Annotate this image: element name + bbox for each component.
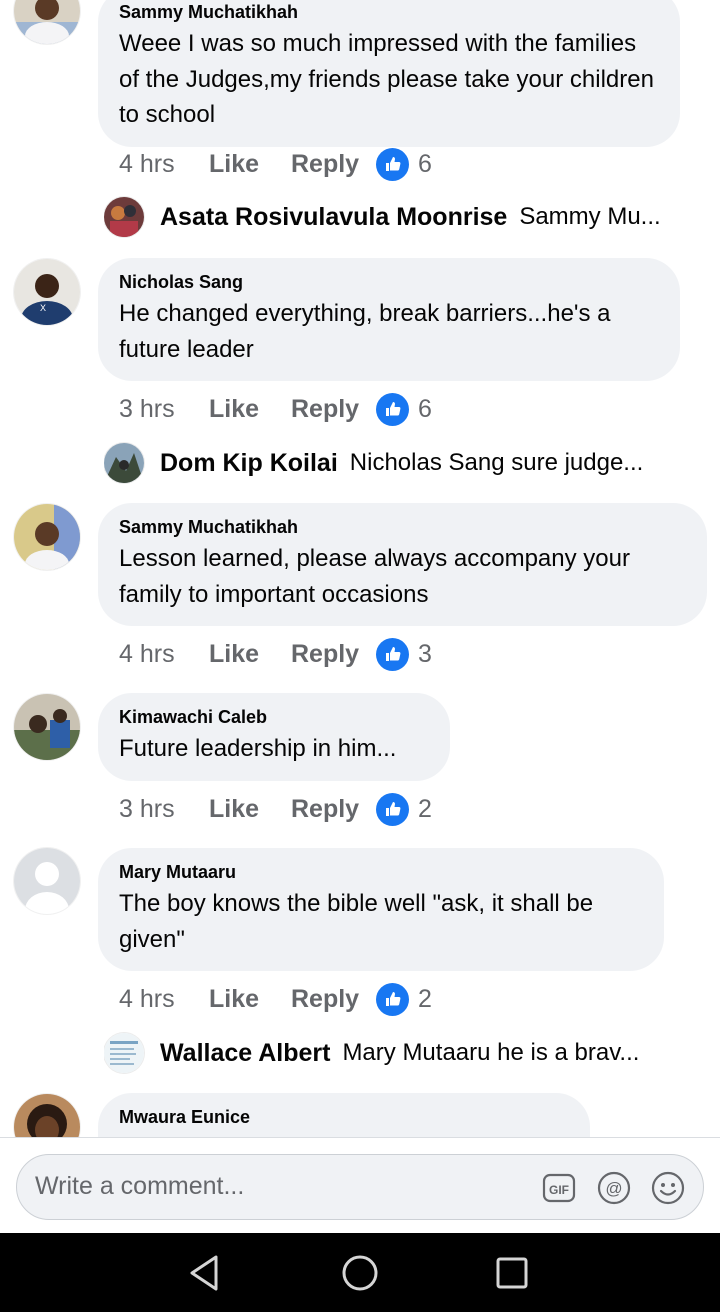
comment-text: He changed everything, break barriers...… — [119, 300, 611, 363]
comment-bubble[interactable]: Mary Mutaaru The boy knows the bible wel… — [98, 848, 664, 971]
comment-time[interactable]: 3 hrs — [119, 395, 209, 424]
avatar-kimawachi-caleb[interactable] — [14, 694, 80, 760]
comment-actions: 3 hrs Like Reply 2 — [119, 789, 432, 829]
comment-author[interactable]: Nicholas Sang — [119, 270, 659, 294]
emoji-icon[interactable] — [651, 1171, 685, 1205]
comment-time[interactable]: 4 hrs — [119, 150, 209, 179]
like-thumb-icon — [376, 792, 409, 826]
svg-text:@: @ — [605, 1179, 622, 1198]
comment-author[interactable]: Mary Mutaaru — [119, 860, 643, 884]
reaction-summary[interactable]: 6 — [376, 147, 432, 181]
reply-text: Nicholas Sang sure judge... — [349, 449, 644, 476]
like-thumb-icon — [376, 637, 409, 671]
avatar-mwaura-eunice[interactable] — [14, 1094, 80, 1137]
reaction-count: 2 — [418, 984, 432, 1013]
recents-icon[interactable] — [490, 1251, 534, 1295]
reply-author[interactable]: Wallace Albert — [160, 1039, 330, 1068]
comment-bubble[interactable]: Nicholas Sang He changed everything, bre… — [98, 258, 680, 381]
comment-author[interactable]: Kimawachi Caleb — [119, 705, 429, 729]
comment-time[interactable]: 3 hrs — [119, 795, 209, 824]
comment-actions: 4 hrs Like Reply 2 — [119, 979, 432, 1019]
comment-actions: 4 hrs Like Reply 3 — [119, 634, 432, 674]
comment-time[interactable]: 4 hrs — [119, 640, 209, 669]
avatar-sammy-muchatikhah[interactable] — [14, 0, 80, 44]
reply-avatar — [104, 1033, 144, 1073]
avatar-sammy-muchatikhah[interactable] — [14, 504, 80, 570]
comment-text: The boy knows the bible well "ask, it sh… — [119, 890, 594, 953]
comment-placeholder: Write a comment... — [35, 1172, 245, 1200]
comment-author[interactable]: Mwaura Eunice — [119, 1105, 569, 1129]
comment-bubble[interactable]: Sammy Muchatikhah Weee I was so much imp… — [98, 0, 680, 147]
comment-text: Future leadership in him... — [119, 735, 397, 762]
gif-icon[interactable]: GIF — [542, 1171, 576, 1205]
comment-text: Lesson learned, please always accompany … — [119, 545, 630, 608]
reply-button[interactable]: Reply — [291, 150, 376, 179]
reaction-summary[interactable]: 2 — [376, 982, 432, 1016]
reply-preview[interactable]: Wallace Albert Mary Mutaaru he is a brav… — [104, 1032, 680, 1074]
reaction-count: 3 — [418, 639, 432, 668]
reply-preview[interactable]: Dom Kip Koilai Nicholas Sang sure judge.… — [104, 442, 680, 484]
like-thumb-icon — [376, 392, 409, 426]
like-thumb-icon — [376, 982, 409, 1016]
avatar-nicholas-sang[interactable]: X — [14, 259, 80, 325]
comment-composer: Write a comment... GIF @ — [0, 1137, 720, 1234]
comment-author[interactable]: Sammy Muchatikhah — [119, 0, 659, 24]
reply-avatar — [104, 197, 144, 237]
comment-time[interactable]: 4 hrs — [119, 985, 209, 1014]
svg-text:X: X — [40, 303, 46, 313]
reaction-count: 6 — [418, 149, 432, 178]
home-icon[interactable] — [338, 1251, 382, 1295]
like-thumb-icon — [376, 147, 409, 181]
mention-icon[interactable]: @ — [597, 1171, 631, 1205]
avatar-mary-mutaaru[interactable] — [14, 848, 80, 914]
reply-button[interactable]: Reply — [291, 985, 376, 1014]
reaction-summary[interactable]: 3 — [376, 637, 432, 671]
back-icon[interactable] — [184, 1251, 228, 1295]
reply-preview[interactable]: Asata Rosivulavula Moonrise Sammy Mu... — [104, 196, 680, 238]
reply-author[interactable]: Asata Rosivulavula Moonrise — [160, 203, 507, 232]
reply-author[interactable]: Dom Kip Koilai — [160, 449, 338, 478]
like-button[interactable]: Like — [209, 395, 291, 424]
reaction-summary[interactable]: 6 — [376, 392, 432, 426]
comment-actions: 3 hrs Like Reply 6 — [119, 389, 432, 429]
comment-text: Weee I was so much impressed with the fa… — [119, 30, 654, 128]
like-button[interactable]: Like — [209, 985, 291, 1014]
reply-text: Mary Mutaaru he is a brav... — [342, 1039, 640, 1066]
comment-actions: 4 hrs Like Reply 6 — [119, 144, 432, 184]
comment-bubble[interactable]: Kimawachi Caleb Future leadership in him… — [98, 693, 450, 781]
system-navigation-bar — [0, 1233, 720, 1312]
comment-input[interactable]: Write a comment... GIF @ — [16, 1154, 704, 1220]
like-button[interactable]: Like — [209, 640, 291, 669]
comment-bubble[interactable]: Sammy Muchatikhah Lesson learned, please… — [98, 503, 707, 626]
reaction-count: 2 — [418, 794, 432, 823]
reaction-count: 6 — [418, 394, 432, 423]
reply-avatar — [104, 443, 144, 483]
svg-text:GIF: GIF — [549, 1183, 569, 1197]
comment-bubble[interactable]: Mwaura Eunice — [98, 1093, 590, 1137]
reply-button[interactable]: Reply — [291, 795, 376, 824]
comment-author[interactable]: Sammy Muchatikhah — [119, 515, 686, 539]
comments-feed[interactable]: Sammy Muchatikhah Weee I was so much imp… — [0, 0, 720, 1137]
like-button[interactable]: Like — [209, 795, 291, 824]
reply-button[interactable]: Reply — [291, 395, 376, 424]
reaction-summary[interactable]: 2 — [376, 792, 432, 826]
like-button[interactable]: Like — [209, 150, 291, 179]
reply-text: Sammy Mu... — [519, 203, 661, 230]
reply-button[interactable]: Reply — [291, 640, 376, 669]
